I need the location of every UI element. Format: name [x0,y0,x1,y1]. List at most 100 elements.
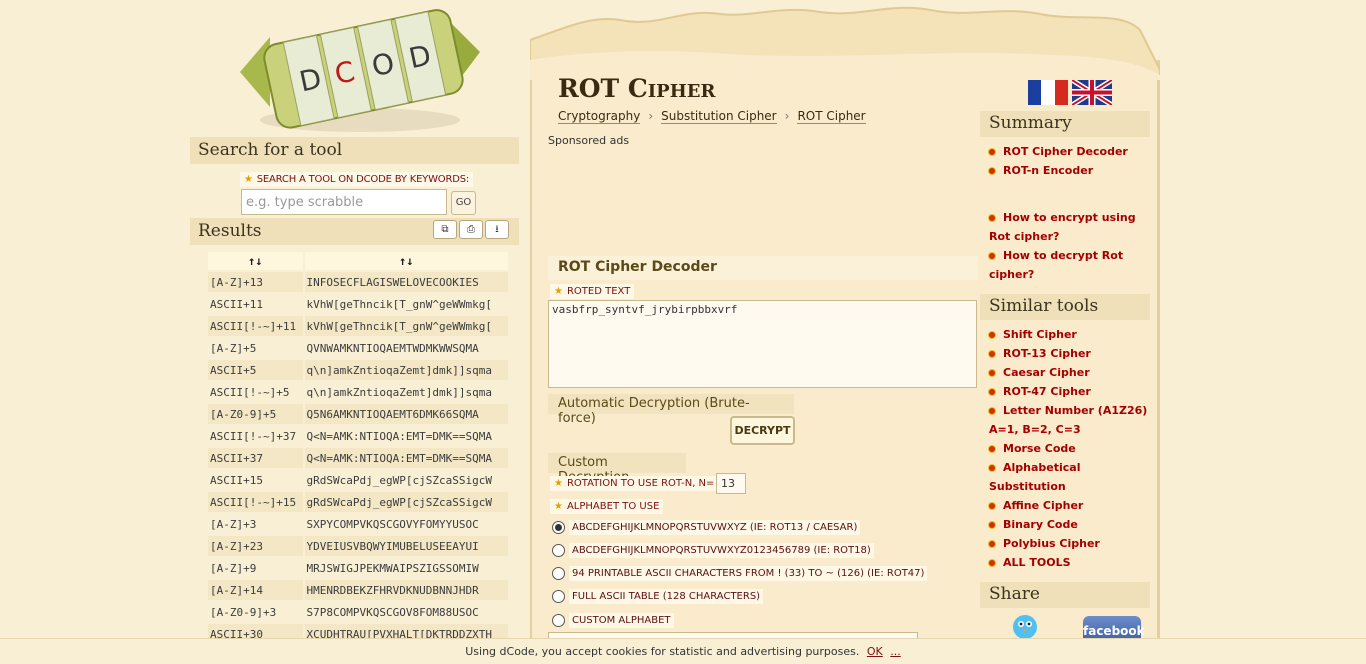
sponsored-label: Sponsored ads [548,134,630,147]
similar-tool-item[interactable]: Shift Cipher [989,325,1159,344]
radio-button[interactable] [552,520,565,534]
bullet-icon [989,332,995,338]
radio-button[interactable] [552,543,565,557]
breadcrumb-cryptography[interactable]: Cryptography [558,109,641,124]
result-text: q\n]amkZntioqaZemt]dmk]]sqma [304,360,508,380]
cookie-bar: Using dCode, you accept cookies for stat… [0,638,1366,664]
similar-tool-item[interactable]: Alphabetical Substitution [989,458,1159,496]
search-input[interactable] [241,189,447,215]
similar-tool-item[interactable]: ROT-47 Cipher [989,382,1159,401]
copy-icon[interactable]: ⧉ [433,220,457,239]
result-method: ASCII[!-~]+11 [208,316,303,336]
result-method: ASCII+15 [208,470,303,490]
similar-tool-link[interactable]: Polybius Cipher [1003,537,1100,550]
radio-button[interactable] [552,613,565,627]
table-row[interactable]: [A-Z]+3 SXPYCOMPVKQSCGOVYFOMYYUSOC [208,514,508,534]
similar-tool-link[interactable]: Caesar Cipher [1003,366,1090,379]
alphabet-option-custom[interactable]: CUSTOM ALPHABET [552,611,674,629]
chevron-right-icon: › [784,109,790,123]
radio-button[interactable] [552,566,565,580]
similar-tool-link[interactable]: Letter Number (A1Z26) A=1, B=2, C=3 [989,404,1147,436]
summary-item[interactable]: ROT Cipher Decoder [989,142,1159,161]
roted-text-label: ★ ROTED TEXT [550,284,635,299]
roted-text-input[interactable]: vasbfrp_syntvf_jrybirpbbxvrf [548,300,977,388]
result-method: [A-Z]+3 [208,514,303,534]
sort-column-1[interactable]: ↑↓ [208,252,303,270]
similar-tool-item[interactable]: Letter Number (A1Z26) A=1, B=2, C=3 [989,401,1159,439]
table-row[interactable]: ASCII[!-~]+11 kVhW[geThncik[T_gnW^geWWmkg… [208,316,508,336]
result-text: q\n]amkZntioqaZemt]dmk]]sqma [304,382,508,402]
table-row[interactable]: ASCII[!-~]+15 gRdSWcaPdj_egWP[cjSZcaSSigc… [208,492,508,512]
table-row[interactable]: ASCII+5 q\n]amkZntioqaZemt]dmk]]sqma [208,360,508,380]
result-method: [A-Z]+14 [208,580,303,600]
table-row[interactable]: ASCII+37 Q<N=AMK:NTIOQA:EMT=DMK==SQMA [208,448,508,468]
similar-tool-item[interactable]: Polybius Cipher [989,534,1159,553]
similar-tool-link[interactable]: ROT-13 Cipher [1003,347,1091,360]
alphabet-option-ascii[interactable]: FULL ASCII TABLE (128 CHARACTERS) [552,587,764,605]
summary-item[interactable]: ROT-n Encoder [989,161,1159,180]
alphabet-option-rot47[interactable]: 94 PRINTABLE ASCII CHARACTERS FROM ! (33… [552,564,928,582]
table-row[interactable]: [A-Z]+9 MRJSWIGJPEKMWAIPSZIGSSOMIW [208,558,508,578]
search-heading: Search for a tool [190,137,519,164]
similar-tool-item[interactable]: Morse Code [989,439,1159,458]
table-row[interactable]: ASCII+11 kVhW[geThncik[T_gnW^geWWmkg[ [208,294,508,314]
rotation-label: ★ ROTATION TO USE ROT-N, N= [550,476,719,491]
similar-tool-link[interactable]: Affine Cipher [1003,499,1083,512]
similar-tool-link[interactable]: Shift Cipher [1003,328,1077,341]
table-row[interactable]: [A-Z0-9]+5 Q5N6AMKNTIOQAEMT6DMK66SQMA [208,404,508,424]
english-flag-icon[interactable] [1072,80,1112,105]
bullet-icon [989,560,995,566]
bullet-icon [989,168,995,174]
download-icon[interactable]: ⭳ [485,220,509,239]
similar-tool-link[interactable]: Binary Code [1003,518,1078,531]
result-text: kVhW[geThncik[T_gnW^geWWmkg[ [304,294,508,314]
alphabet-option-rot13[interactable]: ABCDEFGHIJKLMNOPQRSTUVWXYZ (IE: ROT13 / … [552,518,861,536]
table-row[interactable]: [A-Z0-9]+3 S7P8COMPVKQSCGOV8FOM88USOC [208,602,508,622]
custom-decryption-heading: Custom Decryption [548,453,686,485]
faq-item[interactable]: How to encrypt using Rot cipher? [989,208,1159,246]
alphabet-option-label: ABCDEFGHIJKLMNOPQRSTUVWXYZ0123456789 (IE… [569,542,874,558]
star-icon: ★ [554,478,563,489]
table-row[interactable]: ASCII[!-~]+5 q\n]amkZntioqaZemt]dmk]]sqma [208,382,508,402]
result-text: INFOSECFLAGISWELOVECOOKIES [304,272,508,292]
cookie-ok-link[interactable]: OK [867,645,883,658]
table-row[interactable]: [A-Z]+14 HMENRDBEKZFHRVDKNUDBNNJHDR [208,580,508,600]
sort-column-2[interactable]: ↑↓ [304,252,508,270]
similar-tool-item[interactable]: Caesar Cipher [989,363,1159,382]
alphabet-option-label: 94 PRINTABLE ASCII CHARACTERS FROM ! (33… [569,565,928,581]
faq-item[interactable]: How to decrypt Rot cipher? [989,246,1159,284]
table-row[interactable]: [A-Z]+5 QVNWAMKNTIOQAEMTWDMKWWSQMA [208,338,508,358]
table-row[interactable]: [A-Z]+13 INFOSECFLAGISWELOVECOOKIES [208,272,508,292]
result-text: S7P8COMPVKQSCGOV8FOM88USOC [304,602,508,622]
result-method: [A-Z0-9]+5 [208,404,303,424]
dcode-logo[interactable]: D C O D [230,2,490,134]
similar-tool-item[interactable]: Binary Code [989,515,1159,534]
result-method: ASCII+11 [208,294,303,314]
similar-tool-link[interactable]: ROT-47 Cipher [1003,385,1091,398]
radio-button[interactable] [552,589,565,603]
bullet-icon [989,408,995,414]
similar-tool-link[interactable]: Alphabetical Substitution [989,461,1081,493]
similar-tool-link[interactable]: Morse Code [1003,442,1076,455]
star-icon: ★ [244,174,253,185]
breadcrumb-rot-cipher[interactable]: ROT Cipher [797,109,866,124]
result-method: ASCII[!-~]+37 [208,426,303,446]
table-row[interactable]: [A-Z]+23 YDVEIUSVBQWYIMUBELUSEEAYUI [208,536,508,556]
table-row[interactable]: ASCII+15 gRdSWcaPdj_egWP[cjSZcaSSigcW [208,470,508,490]
similar-tool-item[interactable]: ROT-13 Cipher [989,344,1159,363]
go-button[interactable]: GO [451,191,476,215]
french-flag-icon[interactable] [1028,80,1068,105]
cookie-more-link[interactable]: ... [890,645,901,658]
bullet-icon [989,215,995,221]
similar-tool-item[interactable]: Affine Cipher [989,496,1159,515]
result-text: YDVEIUSVBQWYIMUBELUSEEAYUI [304,536,508,556]
table-row[interactable]: ASCII[!-~]+37 Q<N=AMK:NTIOQA:EMT=DMK==SQM… [208,426,508,446]
alphabet-option-rot18[interactable]: ABCDEFGHIJKLMNOPQRSTUVWXYZ0123456789 (IE… [552,541,874,559]
rotation-input[interactable] [716,473,746,494]
bullet-icon [989,465,995,471]
similar-tool-item[interactable]: ALL TOOLS [989,553,1159,572]
similar-tool-link[interactable]: ALL TOOLS [1003,556,1071,569]
breadcrumb-substitution[interactable]: Substitution Cipher [661,109,777,124]
decrypt-button[interactable]: DECRYPT [730,416,795,445]
print-icon[interactable]: ⎙ [459,220,483,239]
